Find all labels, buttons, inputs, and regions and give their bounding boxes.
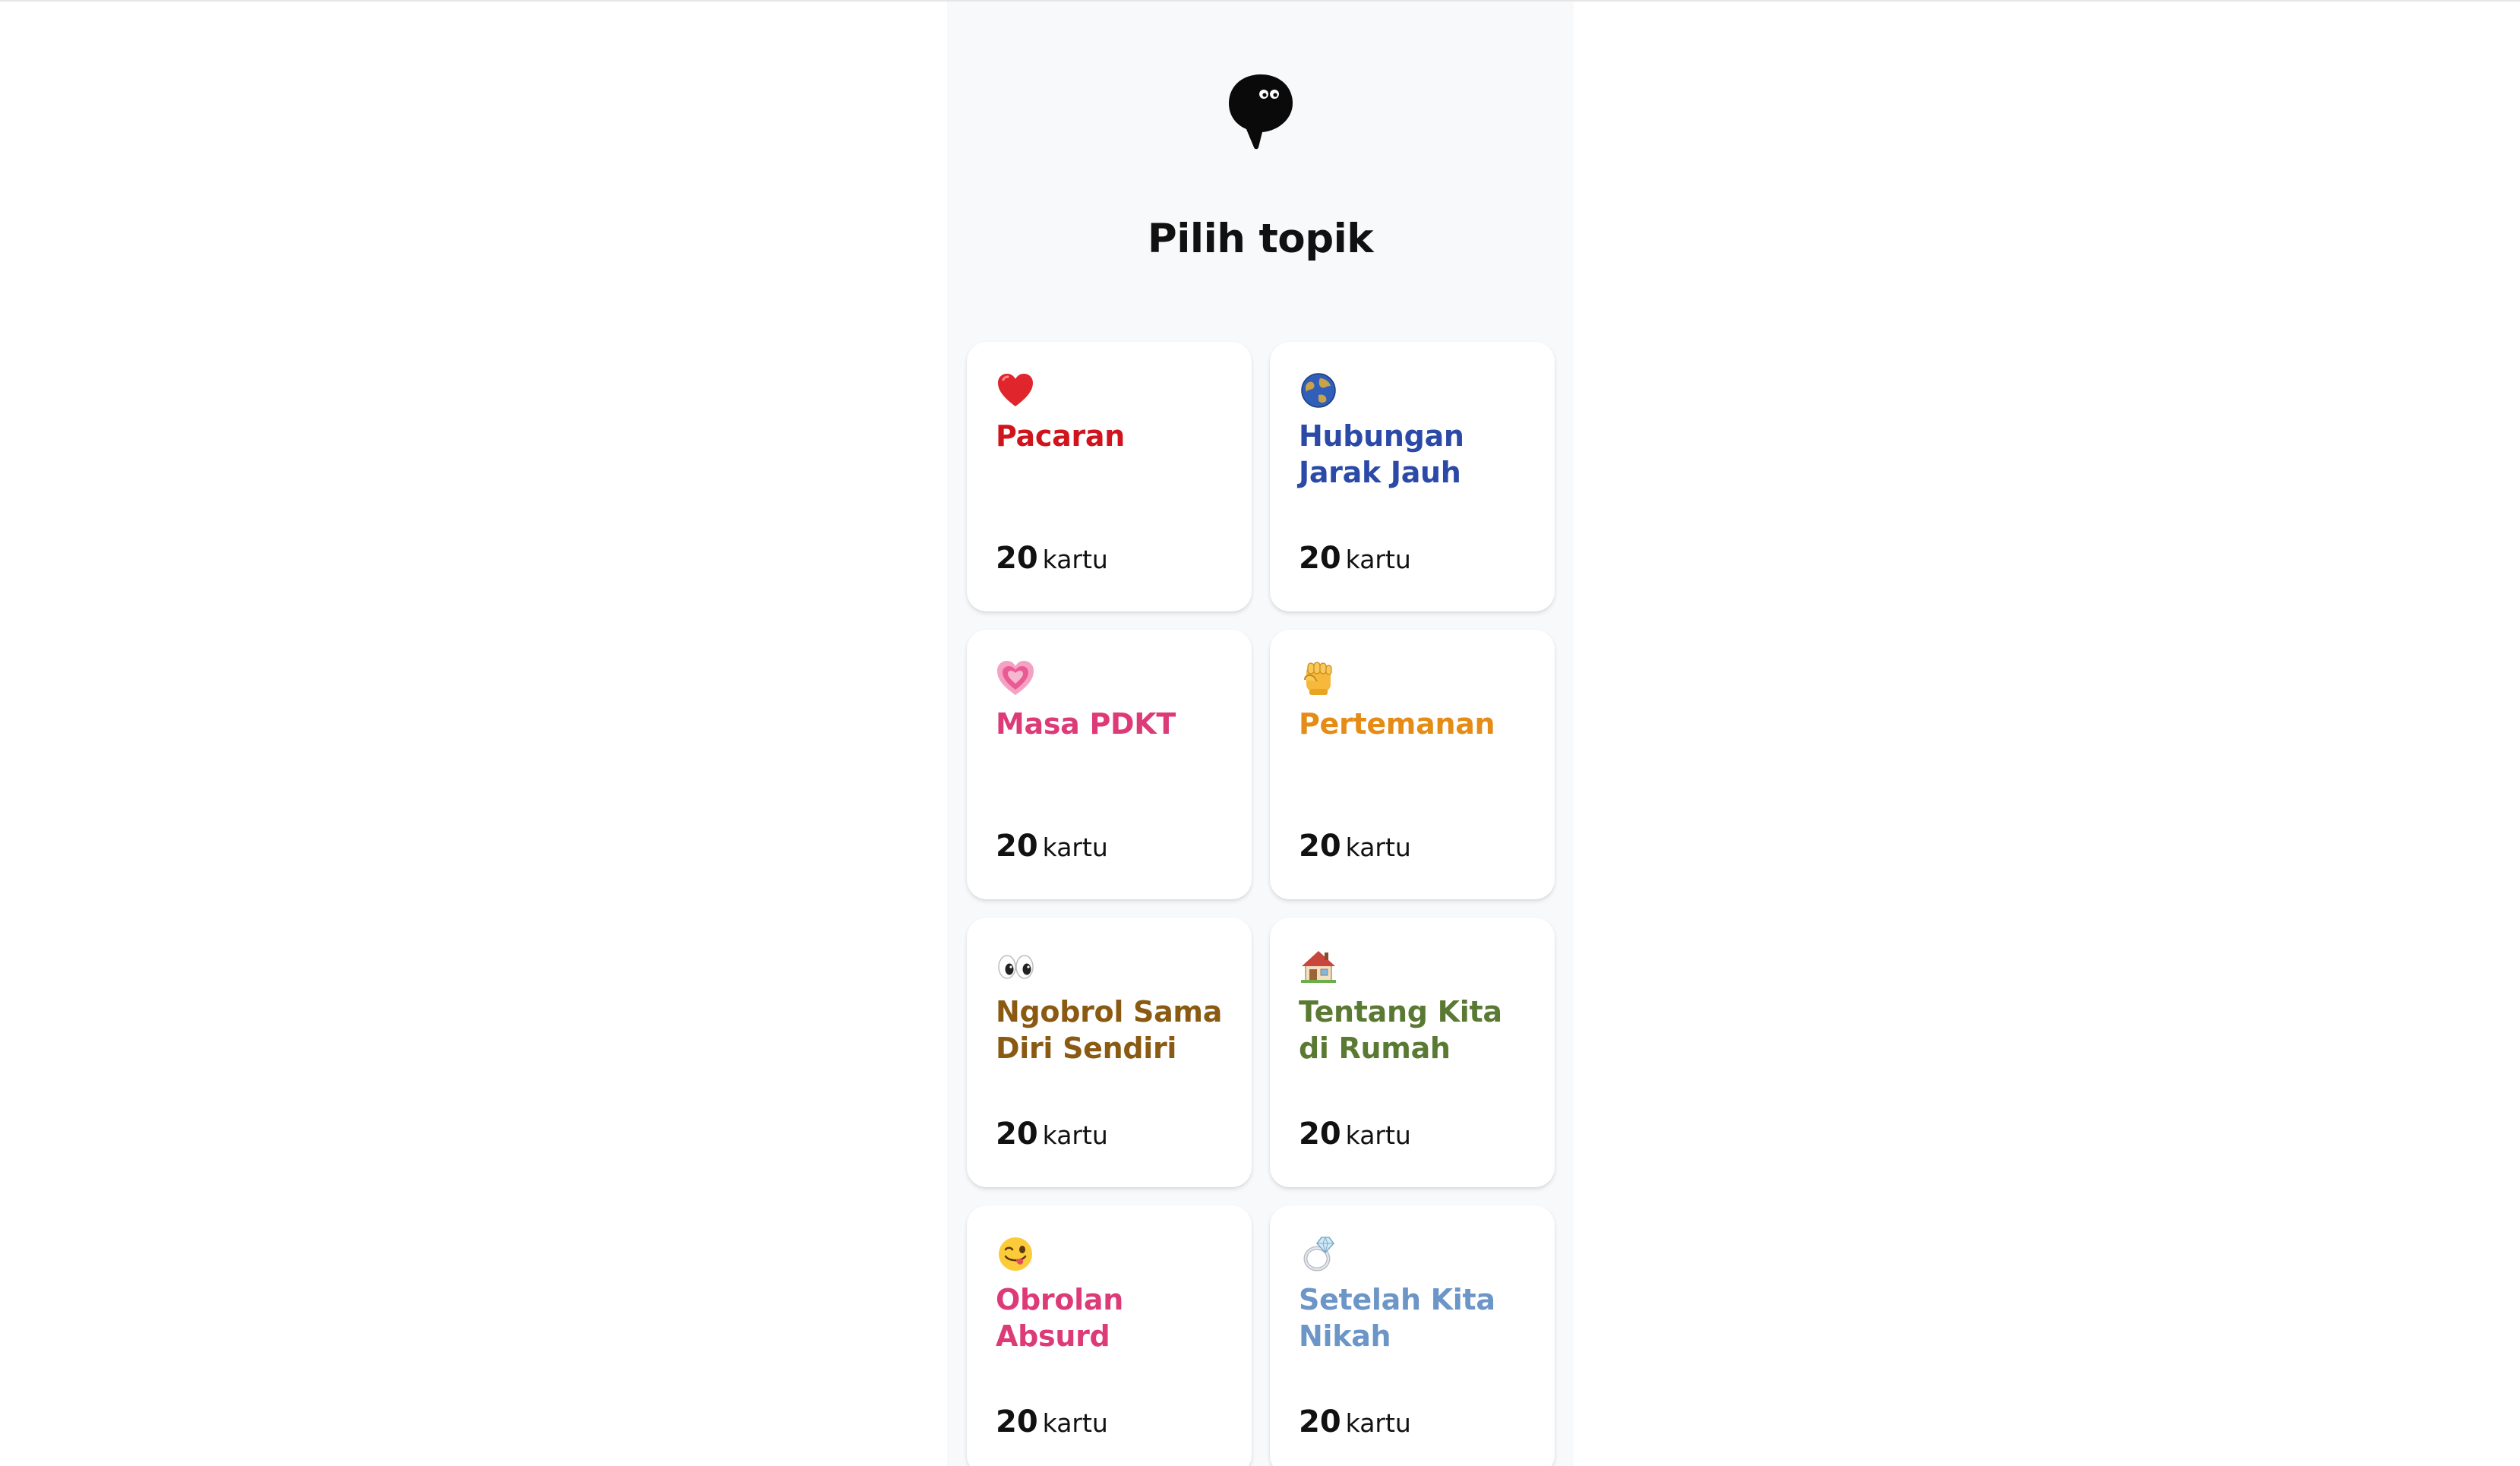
card-count-number: 20: [1299, 829, 1341, 864]
topic-title: Pertemanan: [1299, 707, 1495, 741]
growing-heart-icon: [997, 661, 1034, 695]
card-count-unit: kartu: [1042, 1408, 1108, 1438]
topic-card-count: 20 kartu: [1299, 1404, 1411, 1439]
topic-card-setelah-kita-nikah[interactable]: Setelah Kita Nikah 20 kartu: [1270, 1205, 1555, 1466]
topic-card-tentang-kita-di-rumah[interactable]: Tentang Kita di Rumah 20 kartu: [1270, 918, 1555, 1187]
card-count-number: 20: [996, 829, 1038, 864]
topic-card-hubungan-jarak-jauh[interactable]: Hubungan Jarak Jauh 20 kartu: [1270, 342, 1555, 611]
card-count-unit: kartu: [1042, 833, 1108, 862]
card-count-unit: kartu: [1345, 1408, 1411, 1438]
topic-card-masa-pdkt[interactable]: Masa PDKT 20 kartu: [967, 630, 1252, 899]
raised-fist-icon: [1304, 662, 1332, 695]
topic-card-pertemanan[interactable]: Pertemanan 20 kartu: [1270, 630, 1555, 899]
eyes-icon: [998, 955, 1034, 979]
topic-card-ngobrol-sama-diri-sendiri[interactable]: Ngobrol Sama Diri Sendiri 20 kartu: [967, 918, 1252, 1187]
topic-title: Hubungan Jarak Jauh: [1299, 419, 1464, 489]
page-title: Pilih topik: [1147, 216, 1374, 262]
topic-card-count: 20 kartu: [1299, 541, 1411, 576]
topic-title: Tentang Kita di Rumah: [1299, 995, 1502, 1065]
card-count-unit: kartu: [1345, 833, 1411, 862]
topic-card-obrolan-absurd[interactable]: Obrolan Absurd 20 kartu: [967, 1205, 1252, 1466]
topic-title: Setelah Kita Nikah: [1299, 1283, 1495, 1353]
ring-icon: [1303, 1237, 1334, 1272]
card-count-number: 20: [996, 1117, 1038, 1152]
topic-selection-column: Pilih topik Pacaran 20 kartu Hubungan Ja…: [947, 2, 1574, 1466]
card-count-unit: kartu: [1042, 1120, 1108, 1150]
chat-bubble-eyes-icon: [1229, 74, 1293, 150]
winking-tongue-face-icon: [999, 1237, 1032, 1271]
topic-card-count: 20 kartu: [996, 541, 1108, 576]
card-count-unit: kartu: [1345, 545, 1411, 574]
card-count-number: 20: [996, 1404, 1038, 1439]
topic-card-count: 20 kartu: [996, 829, 1108, 864]
card-count-number: 20: [996, 541, 1038, 576]
card-count-number: 20: [1299, 1404, 1341, 1439]
card-count-number: 20: [1299, 541, 1341, 576]
topic-card-count: 20 kartu: [1299, 829, 1411, 864]
card-count-number: 20: [1299, 1117, 1341, 1152]
topic-grid: Pacaran 20 kartu Hubungan Jarak Jauh 20 ka…: [967, 342, 1555, 1466]
card-count-unit: kartu: [1345, 1120, 1411, 1150]
topic-title: Pacaran: [996, 419, 1125, 453]
page: Pilih topik Pacaran 20 kartu Hubungan Ja…: [0, 0, 2520, 1466]
topic-title: Masa PDKT: [996, 707, 1176, 741]
topic-card-count: 20 kartu: [1299, 1117, 1411, 1152]
house-icon: [1301, 951, 1336, 983]
topic-title: Obrolan Absurd: [996, 1283, 1123, 1353]
card-count-unit: kartu: [1042, 545, 1108, 574]
topic-title: Ngobrol Sama Diri Sendiri: [996, 995, 1223, 1065]
globe-icon: [1301, 373, 1336, 408]
topic-card-count: 20 kartu: [996, 1117, 1108, 1152]
red-heart-icon: [998, 374, 1033, 406]
topic-card-count: 20 kartu: [996, 1404, 1108, 1439]
topic-card-pacaran[interactable]: Pacaran 20 kartu: [967, 342, 1252, 611]
